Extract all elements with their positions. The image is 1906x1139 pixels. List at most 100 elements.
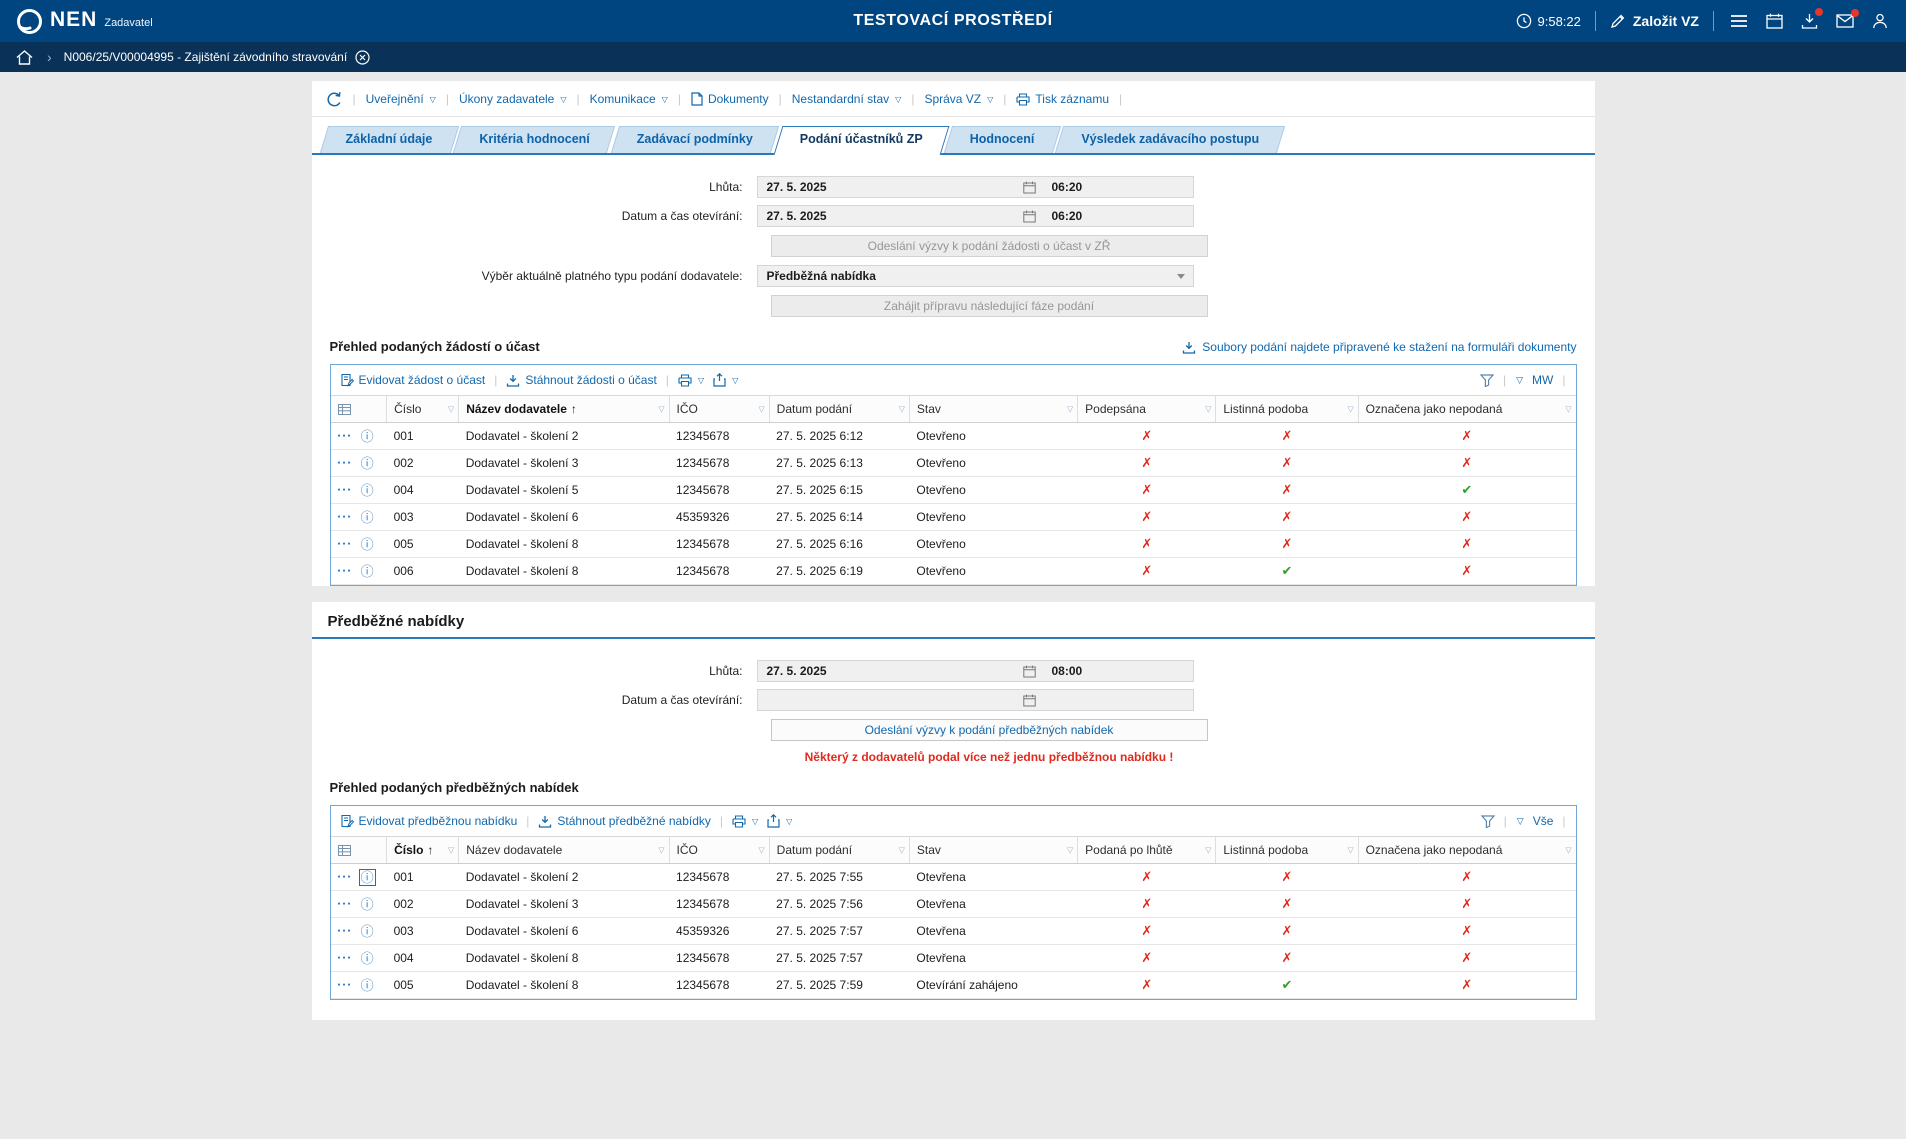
submission-type-select[interactable]: Předběžná nabídka	[756, 265, 1194, 287]
row-menu-icon[interactable]: ●●●	[338, 514, 353, 520]
info-icon[interactable]: ⓘ	[361, 565, 374, 578]
column-header[interactable]: Číslo ↑ ▽	[386, 836, 459, 864]
filter-caret-icon[interactable]: ▽	[899, 405, 905, 414]
table-row[interactable]: ●●● ⓘ 001 Dodavatel - školení 2 12345678 27. …	[330, 422, 1576, 450]
tab-kriteria-hodnoceni[interactable]: Kritéria hodnocení	[457, 126, 611, 153]
next-phase-button[interactable]: Zahájit přípravu následující fáze podání	[770, 295, 1208, 317]
table-row[interactable]: ●●● ⓘ 002 Dodavatel - školení 3 12345678 27. …	[330, 890, 1576, 918]
info-icon[interactable]: ⓘ	[361, 511, 374, 524]
table-row[interactable]: ●●● ⓘ 003 Dodavatel - školení 6 45359326 27. …	[330, 917, 1576, 945]
column-header[interactable]: Datum podání ▽	[768, 836, 910, 864]
filter-caret-icon[interactable]: ▽	[1205, 405, 1211, 414]
table-row[interactable]: ●●● ⓘ 002 Dodavatel - školení 3 12345678 27. …	[330, 449, 1576, 477]
tab-vysledek-zadavaciho-postupu[interactable]: Výsledek zadávacího postupu	[1059, 126, 1281, 153]
home-icon[interactable]	[14, 48, 35, 67]
column-header[interactable]: Listinná podoba ▽	[1215, 836, 1359, 864]
deadline-field[interactable]: 27. 5. 2025 06:20	[756, 176, 1194, 198]
export-grid-button[interactable]: ▽	[713, 373, 738, 387]
grid-view-scope[interactable]: Vše	[1533, 814, 1554, 828]
deadline-time-input[interactable]: 08:00	[1043, 664, 1193, 678]
brand[interactable]: NEN Zadavatel	[16, 8, 153, 35]
filter-caret-icon[interactable]: ▽	[658, 846, 664, 855]
info-icon[interactable]: ⓘ	[361, 952, 374, 965]
row-menu-icon[interactable]: ●●●	[338, 874, 353, 880]
column-header[interactable]: Listinná podoba ▽	[1215, 395, 1359, 423]
table-row[interactable]: ●●● ⓘ 004 Dodavatel - školení 5 12345678 27. …	[330, 476, 1576, 504]
download-offers-button[interactable]: Stáhnout předběžné nabídky	[538, 814, 711, 828]
menu-icon[interactable]	[1728, 12, 1750, 30]
table-row[interactable]: ●●● ⓘ 006 Dodavatel - školení 8 12345678 27. …	[330, 557, 1576, 585]
filter-caret-icon[interactable]: ▽	[658, 405, 664, 414]
toolbar-item-ukony-zadavatele[interactable]: Úkony zadavatele ▽	[459, 92, 567, 106]
tab-zadavaci-podminky[interactable]: Zadávací podmínky	[615, 126, 775, 153]
info-icon[interactable]: ⓘ	[358, 868, 376, 886]
filter-caret-icon[interactable]: ▽	[1067, 405, 1073, 414]
row-menu-icon[interactable]: ●●●	[338, 901, 353, 907]
tab-zakladni-udaje[interactable]: Základní údaje	[324, 126, 455, 153]
calendar-icon[interactable]	[1764, 11, 1785, 31]
column-header[interactable]: Název dodavatele ▽	[458, 836, 670, 864]
row-menu-icon[interactable]: ●●●	[338, 541, 353, 547]
row-menu-icon[interactable]: ●●●	[338, 487, 353, 493]
submission-files-link[interactable]: Soubory podání najdete připravené ke sta…	[1182, 340, 1577, 354]
calendar-icon[interactable]	[1017, 210, 1043, 223]
calendar-icon[interactable]	[1017, 665, 1043, 678]
opening-date-input[interactable]: 27. 5. 2025	[758, 209, 1017, 223]
row-menu-icon[interactable]: ●●●	[338, 460, 353, 466]
messages-icon[interactable]	[1834, 9, 1859, 30]
toolbar-item-nestandardni-stav[interactable]: Nestandardní stav ▽	[792, 92, 902, 106]
send-request-invitation-button[interactable]: Odeslání výzvy k podání žádosti o účast …	[770, 235, 1208, 257]
deadline-date-input[interactable]: 27. 5. 2025	[758, 180, 1017, 194]
filter-caret-icon[interactable]: ▽	[1067, 846, 1073, 855]
breadcrumb-record[interactable]: N006/25/V00004995 - Zajištění závodního …	[64, 49, 371, 65]
filter-caret-icon[interactable]: ▽	[448, 405, 454, 414]
preliminary-opening-field[interactable]	[756, 689, 1194, 711]
column-header[interactable]: Podepsána ▽	[1077, 395, 1216, 423]
grid-settings-icon[interactable]	[330, 836, 387, 864]
calendar-icon[interactable]	[1017, 694, 1043, 707]
grid-view-scope[interactable]: MW	[1532, 373, 1553, 387]
opening-field[interactable]: 27. 5. 2025 06:20	[756, 205, 1194, 227]
row-menu-icon[interactable]: ●●●	[338, 568, 353, 574]
info-icon[interactable]: ⓘ	[361, 538, 374, 551]
tab-podani-ucastniku-zp[interactable]: Podání účastníků ZP	[778, 126, 945, 153]
register-request-button[interactable]: Evidovat žádost o účast	[340, 373, 485, 387]
filter-caret-icon[interactable]: ▽	[1347, 405, 1353, 414]
print-grid-button[interactable]: ▽	[678, 373, 704, 387]
column-header[interactable]: Označena jako nepodaná ▽	[1357, 836, 1576, 864]
toolbar-item-tisk-zaznamu[interactable]: Tisk záznamu	[1016, 92, 1109, 106]
info-icon[interactable]: ⓘ	[361, 457, 374, 470]
filter-caret-icon[interactable]: ▽	[759, 405, 765, 414]
column-header[interactable]: IČO ▽	[668, 836, 770, 864]
user-icon[interactable]	[1870, 11, 1890, 31]
column-header[interactable]: Název dodavatele ↑ ▽	[458, 395, 670, 423]
opening-time-input[interactable]: 06:20	[1043, 209, 1193, 223]
column-header[interactable]: IČO ▽	[668, 395, 770, 423]
toolbar-item-komunikace[interactable]: Komunikace ▽	[590, 92, 668, 106]
download-requests-button[interactable]: Stáhnout žádosti o účast	[506, 373, 657, 387]
row-menu-icon[interactable]: ●●●	[338, 955, 353, 961]
table-row[interactable]: ●●● ⓘ 001 Dodavatel - školení 2 12345678 27. …	[330, 863, 1576, 891]
toolbar-item-uverejneni[interactable]: Uveřejnění ▽	[366, 92, 436, 106]
downloads-icon[interactable]	[1799, 8, 1823, 31]
filter-caret-icon[interactable]: ▽	[1565, 405, 1571, 414]
grid-settings-icon[interactable]	[330, 395, 387, 423]
toolbar-item-dokumenty[interactable]: Dokumenty	[691, 92, 769, 106]
send-preliminary-invitation-button[interactable]: Odeslání výzvy k podání předběžných nabí…	[770, 719, 1208, 741]
table-row[interactable]: ●●● ⓘ 003 Dodavatel - školení 6 45359326 27. …	[330, 503, 1576, 531]
close-record-icon[interactable]	[355, 49, 370, 65]
register-offer-button[interactable]: Evidovat předběžnou nabídku	[340, 814, 517, 828]
filter-caret-icon[interactable]: ▽	[1565, 846, 1571, 855]
info-icon[interactable]: ⓘ	[361, 979, 374, 992]
row-menu-icon[interactable]: ●●●	[338, 982, 353, 988]
column-header[interactable]: Označena jako nepodaná ▽	[1357, 395, 1576, 423]
column-header[interactable]: Stav ▽	[908, 395, 1078, 423]
tab-hodnoceni[interactable]: Hodnocení	[948, 126, 1057, 153]
info-icon[interactable]: ⓘ	[361, 430, 374, 443]
row-menu-icon[interactable]: ●●●	[338, 928, 353, 934]
filter-caret-icon[interactable]: ▽	[759, 846, 765, 855]
export-grid-button[interactable]: ▽	[767, 814, 792, 828]
column-header[interactable]: Stav ▽	[908, 836, 1078, 864]
filter-button[interactable]	[1480, 373, 1494, 387]
deadline-date-input[interactable]: 27. 5. 2025	[758, 664, 1017, 678]
